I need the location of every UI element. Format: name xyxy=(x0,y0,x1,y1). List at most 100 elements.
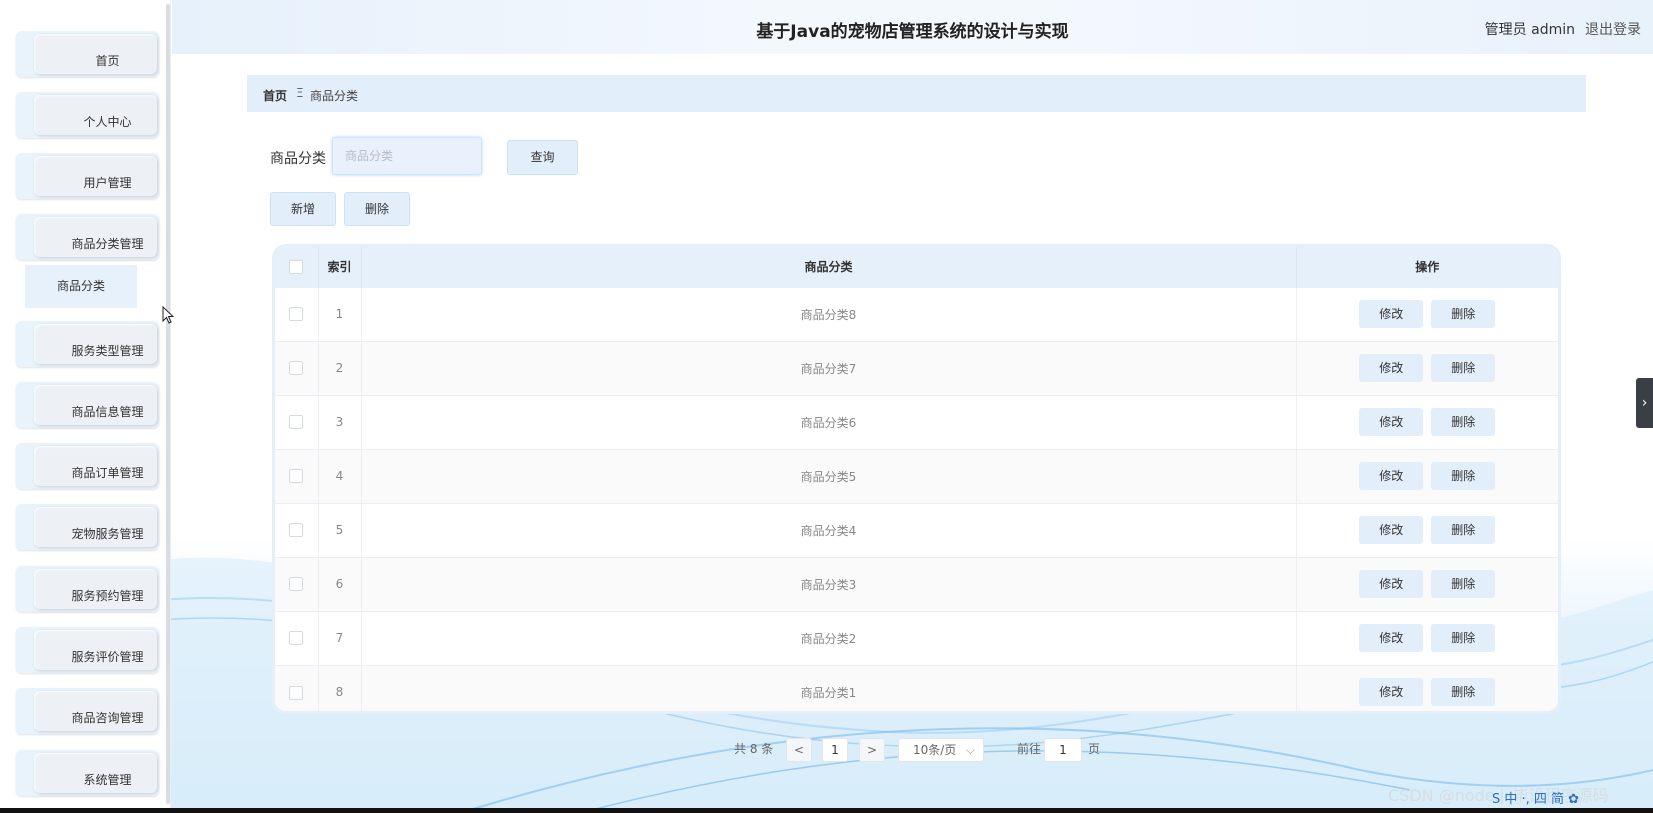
table-row: 4 商品分类5 修改 删除 xyxy=(275,449,1558,503)
row-checkbox[interactable] xyxy=(289,577,304,592)
cell-index: 8 xyxy=(318,665,362,711)
edit-button[interactable]: 修改 xyxy=(1359,516,1424,544)
search-button[interactable]: 查询 xyxy=(507,140,578,175)
edit-button[interactable]: 修改 xyxy=(1359,300,1424,328)
cell-category: 商品分类7 xyxy=(361,341,1297,395)
breadcrumb-home-link[interactable]: 首页 xyxy=(263,87,287,104)
sidebar-item-category-management[interactable]: 商品分类管理 xyxy=(16,214,159,260)
row-checkbox[interactable] xyxy=(289,685,304,700)
search-label: 商品分类 xyxy=(270,151,326,167)
delete-button[interactable]: 删除 xyxy=(1431,678,1496,707)
breadcrumb: 首页 Ξ 商品分类 xyxy=(247,75,1586,112)
breadcrumb-current: 商品分类 xyxy=(310,89,359,103)
edit-button[interactable]: 修改 xyxy=(1359,624,1424,652)
sidebar-scrollbar[interactable] xyxy=(166,4,170,804)
cell-category: 商品分类2 xyxy=(361,611,1297,665)
cell-category: 商品分类8 xyxy=(361,287,1297,341)
row-checkbox[interactable] xyxy=(289,523,304,538)
delete-button[interactable]: 删除 xyxy=(1431,408,1496,436)
sidebar-item-product-info-management[interactable]: 商品信息管理 xyxy=(16,382,159,428)
sidebar-item-label: 首页 xyxy=(95,54,120,68)
edit-button[interactable]: 修改 xyxy=(1359,678,1424,707)
edit-button[interactable]: 修改 xyxy=(1359,570,1424,598)
mouse-cursor-icon xyxy=(162,306,174,324)
sidebar-item-user-management[interactable]: 用户管理 xyxy=(16,153,159,199)
delete-selected-button[interactable]: 删除 xyxy=(344,192,410,226)
sidebar-item-review-management[interactable]: 服务评价管理 xyxy=(16,627,159,673)
cell-category: 商品分类1 xyxy=(361,665,1297,711)
delete-button[interactable]: 删除 xyxy=(1431,624,1496,652)
input-method-tray: S 中 ·, 四 简 ✿ xyxy=(1492,792,1580,807)
table-row: 7 商品分类2 修改 删除 xyxy=(275,611,1558,665)
cell-category: 商品分类3 xyxy=(361,557,1297,611)
chevron-right-icon[interactable]: › xyxy=(1636,378,1653,428)
table-row: 2 商品分类7 修改 删除 xyxy=(275,341,1558,395)
column-header-category: 商品分类 xyxy=(361,247,1297,287)
pagination-goto-suffix: 页 xyxy=(1088,742,1101,756)
pagination-prev-button[interactable]: < xyxy=(786,738,812,762)
page-size-select[interactable]: 10条/页 ⌵ xyxy=(898,738,984,762)
header: 基于Java的宠物店管理系统的设计与实现 管理员 admin 退出登录 xyxy=(172,0,1653,54)
chevron-down-icon: ⌵ xyxy=(965,743,975,757)
sidebar-item-consultation-management[interactable]: 商品咨询管理 xyxy=(16,688,159,734)
page-size-value: 10条/页 xyxy=(913,743,957,757)
sidebar-item-label: 商品咨询管理 xyxy=(71,711,144,725)
sidebar-item-system-management[interactable]: 系统管理 xyxy=(16,750,159,796)
cell-index: 3 xyxy=(318,395,362,449)
sidebar-item-personal-center[interactable]: 个人中心 xyxy=(16,92,159,138)
sidebar-item-label: 商品订单管理 xyxy=(71,466,144,480)
table-row: 5 商品分类4 修改 删除 xyxy=(275,503,1558,557)
select-all-checkbox[interactable] xyxy=(289,260,304,274)
row-checkbox[interactable] xyxy=(289,307,304,322)
bottom-bar xyxy=(0,808,1653,813)
row-checkbox[interactable] xyxy=(289,361,304,376)
pagination-next-button[interactable]: > xyxy=(859,738,885,762)
sidebar-item-home[interactable]: 首页 xyxy=(16,31,159,77)
edit-button[interactable]: 修改 xyxy=(1359,408,1424,436)
sidebar-item-label: 服务类型管理 xyxy=(71,344,144,358)
delete-button[interactable]: 删除 xyxy=(1431,354,1496,382)
row-checkbox[interactable] xyxy=(289,415,304,430)
pagination-goto-input[interactable]: 1 xyxy=(1044,738,1082,762)
sidebar-item-label: 个人中心 xyxy=(83,115,132,129)
cell-index: 2 xyxy=(318,341,362,395)
delete-button[interactable]: 删除 xyxy=(1431,570,1496,598)
cell-index: 1 xyxy=(318,287,362,341)
add-button[interactable]: 新增 xyxy=(270,192,336,226)
pagination-page-current[interactable]: 1 xyxy=(822,738,848,762)
select-all-cell[interactable] xyxy=(275,247,319,287)
sidebar-item-label: 用户管理 xyxy=(83,176,132,190)
sidebar-item-label: 宠物服务管理 xyxy=(71,527,144,541)
edit-button[interactable]: 修改 xyxy=(1359,354,1424,382)
sidebar-item-label: 系统管理 xyxy=(83,773,132,787)
search-input[interactable] xyxy=(332,137,482,175)
sidebar-item-pet-service-management[interactable]: 宠物服务管理 xyxy=(16,504,159,550)
sidebar-item-label: 商品信息管理 xyxy=(71,405,144,419)
row-checkbox[interactable] xyxy=(289,631,304,646)
sidebar-item-order-management[interactable]: 商品订单管理 xyxy=(16,443,159,489)
logout-link[interactable]: 退出登录 xyxy=(1585,19,1641,39)
sidebar-item-appointment-management[interactable]: 服务预约管理 xyxy=(16,566,159,612)
sidebar-subitem-category[interactable]: 商品分类 xyxy=(25,265,137,308)
cell-index: 7 xyxy=(318,611,362,665)
pagination-total: 共 8 条 xyxy=(734,742,774,756)
column-header-actions: 操作 xyxy=(1415,260,1440,275)
sidebar-item-label: 服务预约管理 xyxy=(71,589,144,603)
delete-button[interactable]: 删除 xyxy=(1431,300,1496,328)
delete-button[interactable]: 删除 xyxy=(1431,462,1496,490)
page-title: 基于Java的宠物店管理系统的设计与实现 xyxy=(756,22,1069,42)
cell-index: 5 xyxy=(318,503,362,557)
cell-category: 商品分类4 xyxy=(361,503,1297,557)
cell-category: 商品分类6 xyxy=(361,395,1297,449)
cell-category: 商品分类5 xyxy=(361,449,1297,503)
delete-button[interactable]: 删除 xyxy=(1431,516,1496,544)
user-label: 管理员 admin xyxy=(1484,22,1575,38)
row-checkbox[interactable] xyxy=(289,469,304,484)
edit-button[interactable]: 修改 xyxy=(1359,462,1424,490)
table-row: 6 商品分类3 修改 删除 xyxy=(275,557,1558,611)
sidebar-item-label: 服务评价管理 xyxy=(71,650,144,664)
sidebar-item-service-type-management[interactable]: 服务类型管理 xyxy=(16,321,159,367)
column-header-index: 索引 xyxy=(318,247,362,287)
sidebar-item-label: 商品分类管理 xyxy=(71,237,144,251)
table-row: 3 商品分类6 修改 删除 xyxy=(275,395,1558,449)
